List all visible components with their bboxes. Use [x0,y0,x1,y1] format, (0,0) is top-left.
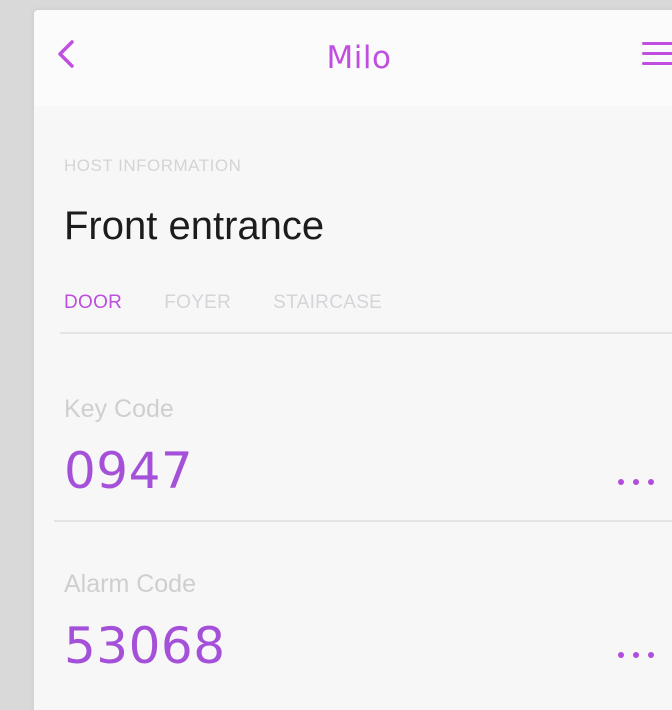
key-code-field: Key Code 0947 [64,395,672,500]
tab-door[interactable]: DOOR [64,292,122,314]
hamburger-menu-icon [642,42,672,65]
tab-bar: DOOR FOYER STAIRCASE [64,292,382,314]
alarm-code-field: Alarm Code 53068 [64,570,672,675]
key-code-more-button[interactable] [618,472,654,492]
top-bar: Milo [34,10,672,106]
more-dots-icon [618,479,624,485]
tab-divider [60,332,672,334]
key-code-value: 0947 [64,442,194,500]
app-screen: Milo HOST INFORMATION Front entrance DOO… [34,10,672,710]
more-dots-icon [618,652,624,658]
section-label: HOST INFORMATION [64,156,242,175]
alarm-code-more-button[interactable] [618,645,654,665]
menu-button[interactable] [642,42,672,72]
location-heading: Front entrance [64,204,325,248]
alarm-code-label: Alarm Code [64,570,196,598]
field-divider [54,520,672,522]
key-code-label: Key Code [64,395,174,423]
page-title: Milo [326,40,392,76]
tab-foyer[interactable]: FOYER [164,292,231,314]
alarm-code-value: 53068 [64,617,226,675]
tab-staircase[interactable]: STAIRCASE [273,292,382,314]
